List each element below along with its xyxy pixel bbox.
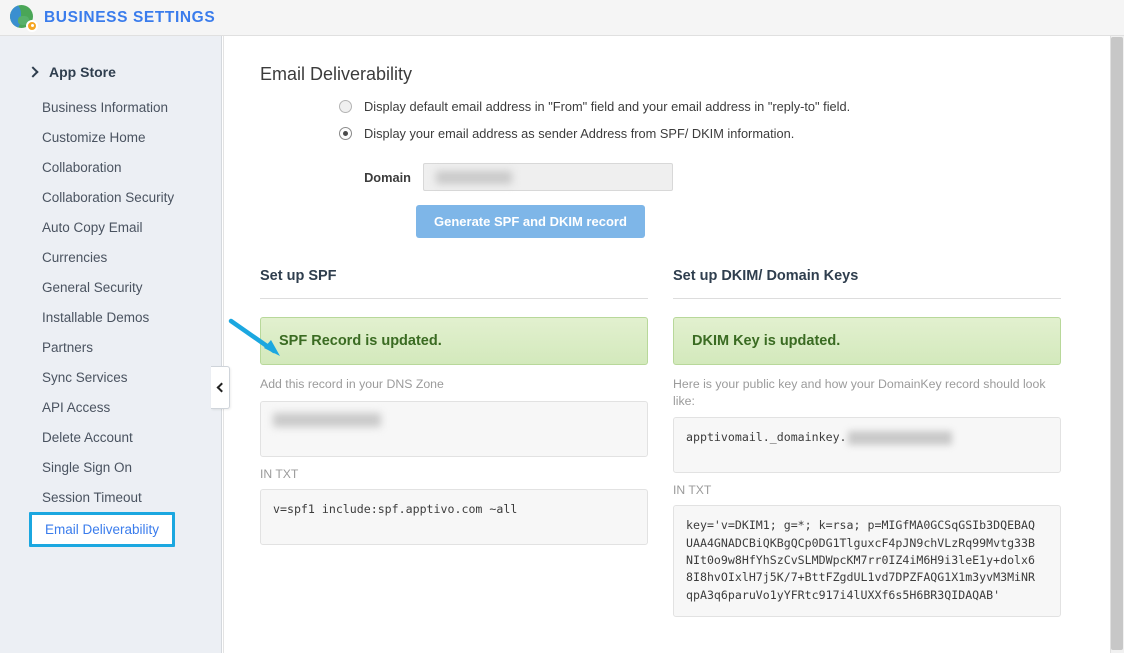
domain-field-row: Domain	[224, 153, 1111, 191]
dkim-key-line: UAA4GNADCBiQKBgQCp0DG1TlguxcF4pJN9chVLzR…	[686, 535, 1048, 552]
sidebar-item-session-timeout[interactable]: Session Timeout	[0, 482, 221, 512]
sidebar-item-single-sign-on[interactable]: Single Sign On	[0, 452, 221, 482]
dkim-host-prefix: apptivomail._domainkey.	[686, 430, 847, 444]
generate-button-row: Generate SPF and DKIM record	[224, 191, 1111, 238]
page-title: Email Deliverability	[224, 36, 1111, 85]
sidebar-item-collaboration[interactable]: Collaboration	[0, 152, 221, 182]
page-scrollbar[interactable]	[1110, 36, 1124, 653]
sidebar-item-general-security[interactable]: General Security	[0, 272, 221, 302]
spf-record-type-label: IN TXT	[260, 467, 648, 481]
dkim-record-type-label: IN TXT	[673, 483, 1061, 497]
page-scrollbar-thumb[interactable]	[1111, 37, 1123, 650]
option-row-default-from[interactable]: Display default email address in "From" …	[339, 99, 1111, 114]
dkim-host-box[interactable]: apptivomail._domainkey.	[673, 417, 1061, 473]
sidebar-nav-list: Business Information Customize Home Coll…	[0, 92, 221, 547]
sidebar-app-store-label: App Store	[49, 64, 116, 80]
domain-value-redaction	[436, 171, 512, 184]
sidebar-item-customize-home[interactable]: Customize Home	[0, 122, 221, 152]
sidebar-item-business-information[interactable]: Business Information	[0, 92, 221, 122]
spf-host-redaction	[273, 413, 381, 427]
sidebar-item-currencies[interactable]: Currencies	[0, 242, 221, 272]
domain-input[interactable]	[423, 163, 673, 191]
spf-record-box[interactable]: v=spf1 include:spf.apptivo.com ~all	[260, 489, 648, 545]
app-header: BUSINESS SETTINGS	[0, 0, 1124, 36]
dkim-status-badge: DKIM Key is updated.	[673, 317, 1061, 365]
dkim-host-redaction	[848, 431, 952, 445]
sidebar-item-auto-copy-email[interactable]: Auto Copy Email	[0, 212, 221, 242]
sidebar-collapse-handle[interactable]	[211, 366, 230, 409]
spf-status-badge: SPF Record is updated.	[260, 317, 648, 365]
sidebar-item-app-store[interactable]: App Store	[0, 36, 221, 90]
globe-gear-icon	[8, 3, 38, 33]
sidebar-item-delete-account[interactable]: Delete Account	[0, 422, 221, 452]
chevron-left-icon	[217, 384, 224, 391]
option-row-spf-dkim[interactable]: Display your email address as sender Add…	[339, 126, 1111, 141]
option-label-default-from: Display default email address in "From" …	[364, 99, 850, 114]
spf-column: Set up SPF SPF Record is updated. Add th…	[260, 268, 648, 617]
main-content: Email Deliverability Display default ema…	[223, 36, 1111, 653]
sidebar-item-installable-demos[interactable]: Installable Demos	[0, 302, 221, 332]
sidebar-item-email-deliverability[interactable]: Email Deliverability	[29, 512, 175, 547]
radio-default-from[interactable]	[339, 100, 352, 113]
spf-host-box[interactable]	[260, 401, 648, 457]
spf-helper-text: Add this record in your DNS Zone	[260, 376, 648, 393]
sidebar: App Store Business Information Customize…	[0, 36, 222, 653]
sidebar-item-partners[interactable]: Partners	[0, 332, 221, 362]
dkim-key-line: key='v=DKIM1; g=*; k=rsa; p=MIGfMA0GCSqG…	[686, 517, 1048, 534]
generate-spf-dkim-button[interactable]: Generate SPF and DKIM record	[416, 205, 645, 238]
sidebar-item-sync-services[interactable]: Sync Services	[0, 362, 221, 392]
dkim-helper-text: Here is your public key and how your Dom…	[673, 376, 1061, 409]
sidebar-item-api-access[interactable]: API Access	[0, 392, 221, 422]
dkim-column: Set up DKIM/ Domain Keys DKIM Key is upd…	[673, 268, 1061, 617]
option-label-spf-dkim: Display your email address as sender Add…	[364, 126, 794, 141]
sidebar-item-collaboration-security[interactable]: Collaboration Security	[0, 182, 221, 212]
dkim-key-line: NIt0o9w8HfYhSzCvSLMDWpcKM7rr0IZ4iM6H9i3l…	[686, 552, 1048, 569]
dkim-section-title: Set up DKIM/ Domain Keys	[673, 268, 1061, 299]
app-brand-title: BUSINESS SETTINGS	[44, 9, 215, 27]
chevron-right-icon	[28, 67, 39, 78]
dkim-key-box[interactable]: key='v=DKIM1; g=*; k=rsa; p=MIGfMA0GCSqG…	[673, 505, 1061, 617]
radio-spf-dkim[interactable]	[339, 127, 352, 140]
setup-columns: Set up SPF SPF Record is updated. Add th…	[224, 238, 1111, 617]
dkim-key-line: 8I8hvOIxlH7j5K/7+BttFZgdUL1vd7DPZFAQG1X1…	[686, 569, 1048, 586]
dkim-key-line: qpA3q6paruVo1yYFRtc917i4lUXXf6s5H6BR3QID…	[686, 587, 1048, 604]
sender-address-options: Display default email address in "From" …	[224, 85, 1111, 141]
domain-label: Domain	[336, 170, 411, 185]
spf-section-title: Set up SPF	[260, 268, 648, 299]
